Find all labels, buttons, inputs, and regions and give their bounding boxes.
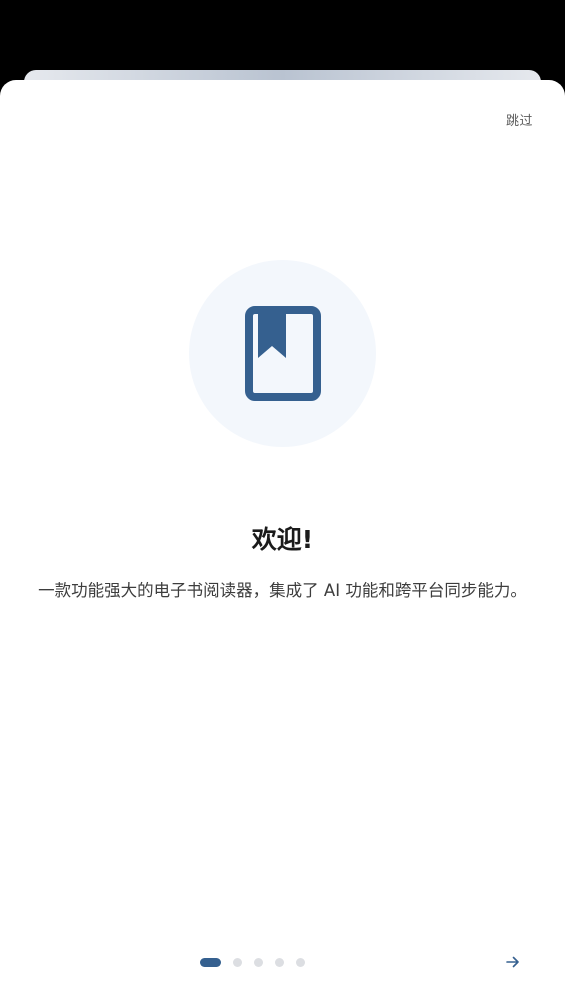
book-bookmark-icon [245, 306, 321, 401]
page-dot-5[interactable] [296, 957, 305, 967]
page-dot-2[interactable] [233, 957, 242, 967]
hero-illustration [189, 260, 376, 447]
page-title: 欢迎! [251, 525, 314, 554]
page-dot-1[interactable] [200, 957, 221, 967]
arrow-right-icon [506, 956, 519, 968]
onboarding-sheet: 跳过 欢迎! 一款功能强大的电子书阅读器，集成了 AI 功能和跨平台同步能力。 [0, 80, 565, 1004]
next-button[interactable] [503, 952, 523, 972]
page-description: 一款功能强大的电子书阅读器，集成了 AI 功能和跨平台同步能力。 [38, 581, 527, 600]
skip-button[interactable]: 跳过 [506, 110, 533, 129]
page-dot-3[interactable] [254, 957, 263, 967]
page-dot-4[interactable] [275, 957, 284, 967]
page-indicator [200, 957, 305, 967]
